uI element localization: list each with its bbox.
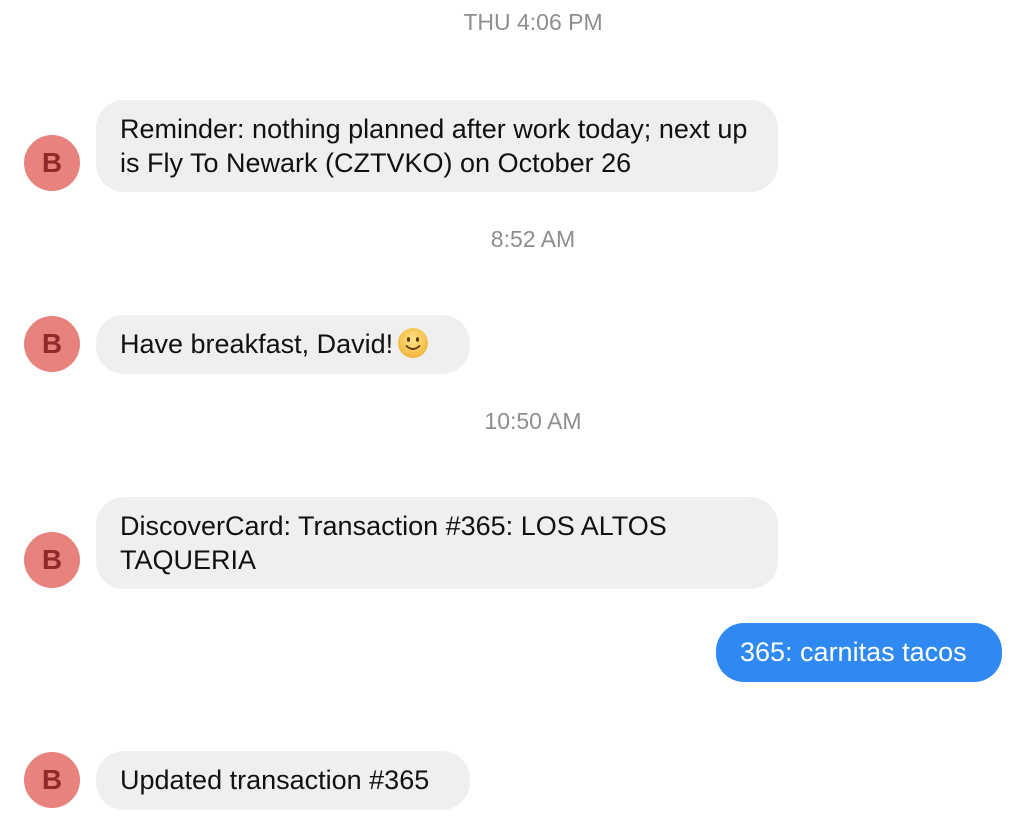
timestamp: THU 4:06 PM bbox=[463, 9, 603, 35]
message-text: Updated transaction #365 bbox=[120, 765, 430, 795]
message-text: 365: carnitas tacos bbox=[740, 637, 967, 667]
message-text: Have breakfast, David! bbox=[120, 329, 394, 359]
timestamp: 10:50 AM bbox=[484, 408, 582, 434]
message-bubble-incoming[interactable]: Have breakfast, David! bbox=[96, 315, 470, 374]
message-text: DiscoverCard: Transaction #365: LOS ALTO… bbox=[120, 511, 667, 575]
message-bubble-incoming[interactable]: Updated transaction #365 bbox=[96, 751, 470, 810]
message-bubble-incoming[interactable]: Reminder: nothing planned after work tod… bbox=[96, 100, 778, 192]
sender-avatar[interactable]: B bbox=[24, 752, 80, 808]
sender-avatar[interactable]: B bbox=[24, 532, 80, 588]
message-bubble-outgoing[interactable]: 365: carnitas tacos bbox=[716, 623, 1002, 682]
sender-avatar[interactable]: B bbox=[24, 316, 80, 372]
slightly-smiling-face-icon bbox=[398, 328, 429, 358]
message-bubble-incoming[interactable]: DiscoverCard: Transaction #365: LOS ALTO… bbox=[96, 497, 778, 589]
timestamp: 8:52 AM bbox=[490, 226, 576, 252]
message-text: Reminder: nothing planned after work tod… bbox=[120, 114, 748, 178]
sender-avatar[interactable]: B bbox=[24, 135, 80, 191]
